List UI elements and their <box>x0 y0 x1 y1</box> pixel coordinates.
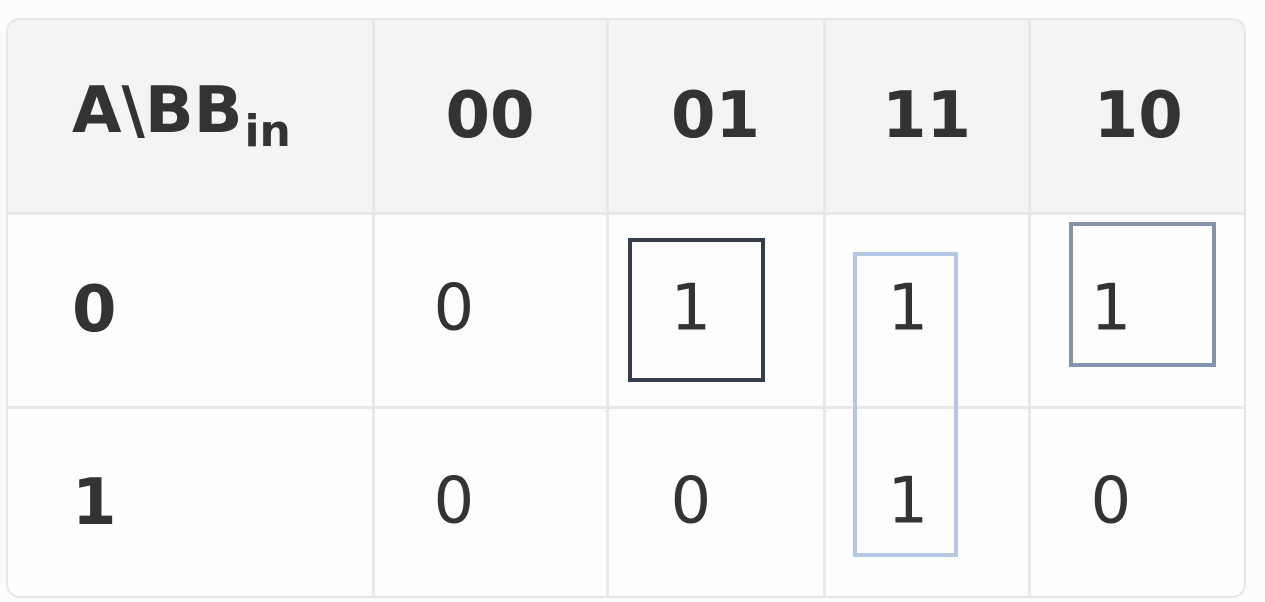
column-header-11: 11 <box>822 20 1031 215</box>
row-header-0: 0 <box>8 211 375 409</box>
cell-value: 0 <box>433 464 475 539</box>
cell-value: 1 <box>670 271 712 346</box>
cell-1-00: 0 <box>371 405 609 596</box>
cell-0-10: 1 <box>1027 211 1244 409</box>
cell-value: 1 <box>887 271 929 346</box>
cell-0-00: 0 <box>371 211 609 409</box>
row-a0: 0 0 1 1 1 <box>8 211 1244 409</box>
corner-subscript: in <box>244 106 291 158</box>
cell-value: 1 <box>887 464 929 539</box>
column-header-00: 00 <box>371 20 609 215</box>
row-a1: 1 0 0 1 0 <box>8 405 1244 596</box>
cell-1-11: 1 <box>822 405 1031 596</box>
cell-1-01: 0 <box>605 405 826 596</box>
cell-value: 0 <box>670 464 712 539</box>
cell-0-11: 1 <box>822 211 1031 409</box>
column-header-10: 10 <box>1027 20 1244 215</box>
cell-0-01: 1 <box>605 211 826 409</box>
karnaugh-map-card: A\BBin 00 01 11 10 0 0 1 1 1 1 0 0 1 0 <box>6 18 1246 598</box>
karnaugh-map-table: A\BBin 00 01 11 10 0 0 1 1 1 1 0 0 1 0 <box>8 20 1244 596</box>
column-header-01: 01 <box>605 20 826 215</box>
cell-value: 0 <box>433 271 475 346</box>
cell-value: 0 <box>1090 464 1132 539</box>
cell-1-10: 0 <box>1027 405 1244 596</box>
cell-value: 1 <box>1090 271 1132 346</box>
header-row: A\BBin 00 01 11 10 <box>8 20 1244 215</box>
corner-label: A\BB <box>72 74 243 149</box>
row-header-1: 1 <box>8 405 375 596</box>
corner-header: A\BBin <box>8 20 375 215</box>
